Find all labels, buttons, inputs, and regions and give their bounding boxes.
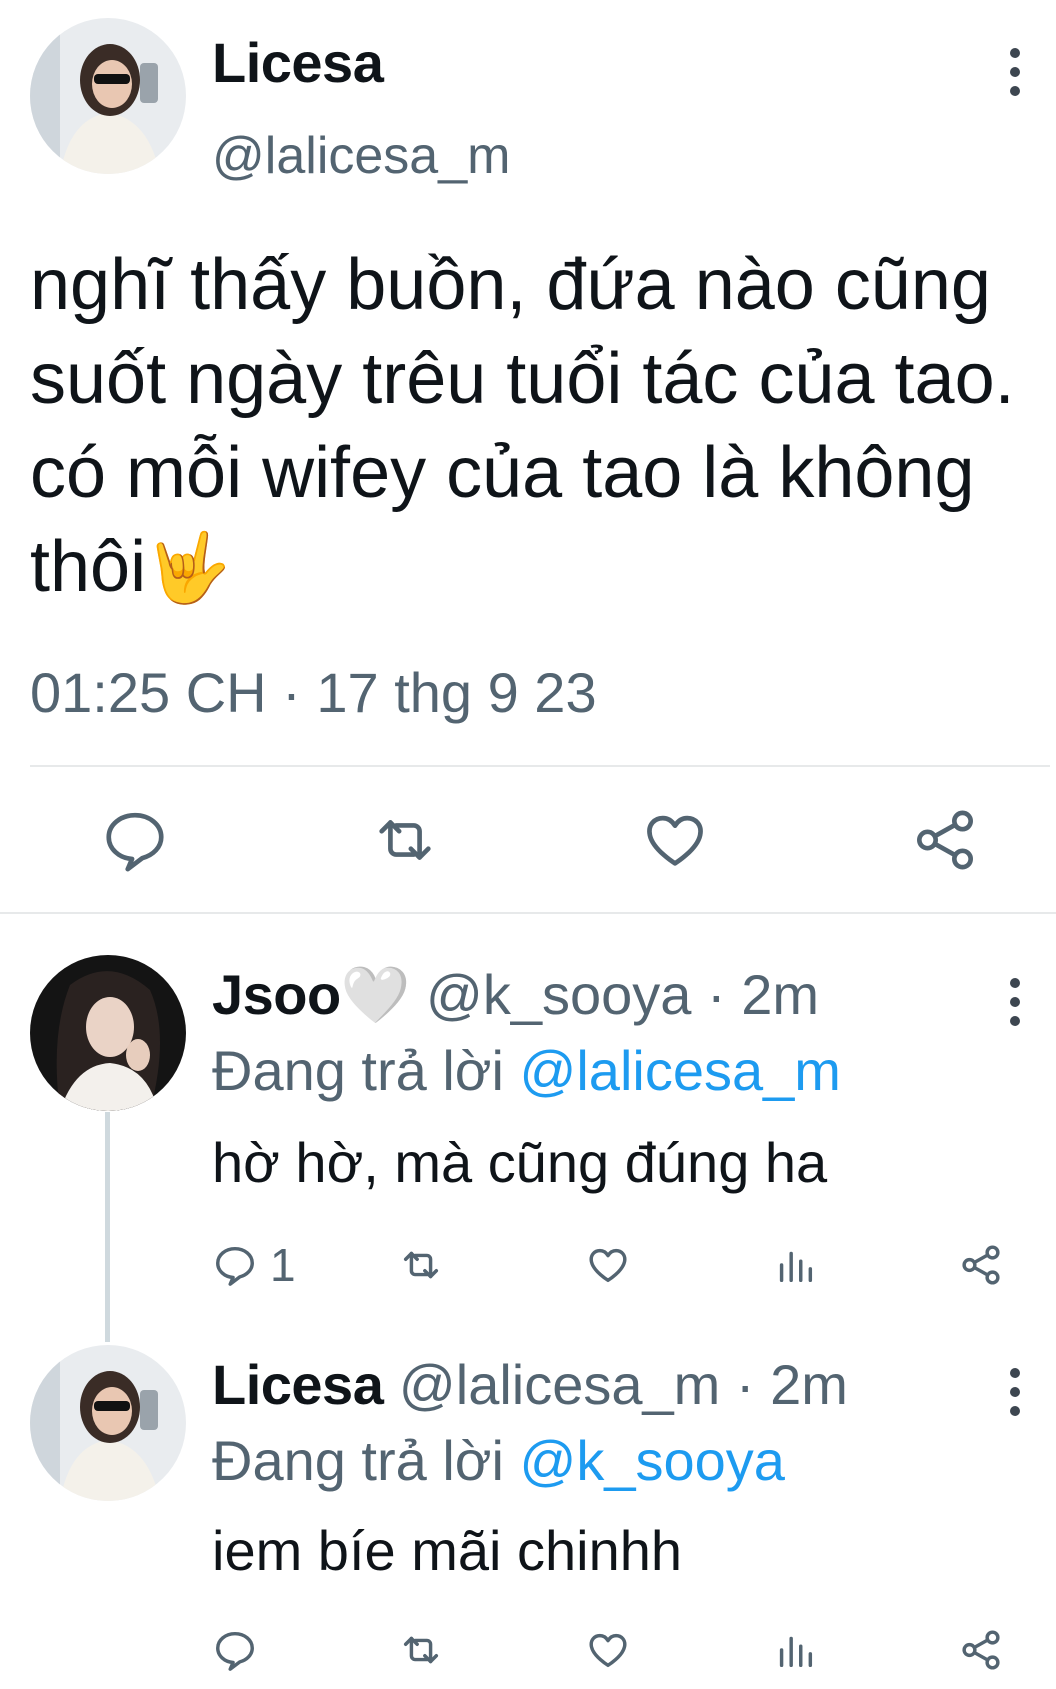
tweet-text: nghĩ thấy buồn, đứa nào cũng suốt ngày t…	[30, 238, 1040, 615]
retweet-icon[interactable]	[398, 1240, 444, 1290]
reply-button[interactable]: 1	[212, 1239, 296, 1291]
tweet-timestamp[interactable]: 01:25 CH · 17 thg 9 23	[30, 660, 597, 725]
replying-to: Đang trả lời @k_sooya	[212, 1428, 785, 1493]
avatar[interactable]	[30, 955, 186, 1111]
like-icon[interactable]	[640, 805, 710, 875]
user-handle-time[interactable]: @k_sooya · 2m	[426, 963, 819, 1026]
display-name[interactable]: Jsoo	[212, 963, 341, 1026]
heart-emoji: 🤍	[340, 963, 411, 1026]
reply-icon	[216, 1246, 254, 1286]
reply-count: 1	[270, 1239, 296, 1291]
display-name[interactable]: Licesa	[212, 1353, 384, 1416]
analytics-icon[interactable]	[772, 1240, 818, 1290]
mention-link[interactable]: @lalicesa_m	[520, 1039, 841, 1102]
share-icon[interactable]	[958, 1240, 1004, 1290]
more-options-icon[interactable]	[1003, 48, 1027, 108]
more-options-icon[interactable]	[1003, 1368, 1027, 1428]
user-handle[interactable]: @lalicesa_m	[212, 126, 510, 186]
reply-header: Licesa @lalicesa_m · 2m	[212, 1352, 848, 1417]
analytics-icon[interactable]	[772, 1625, 818, 1675]
share-icon[interactable]	[910, 805, 980, 875]
mention-link[interactable]: @k_sooya	[520, 1429, 785, 1492]
replying-to: Đang trả lời @lalicesa_m	[212, 1038, 841, 1103]
avatar[interactable]	[30, 1345, 186, 1501]
retweet-icon[interactable]	[370, 805, 440, 875]
like-icon[interactable]	[585, 1240, 631, 1290]
divider	[0, 912, 1056, 914]
reply-icon[interactable]	[212, 1625, 258, 1675]
divider	[30, 765, 1050, 767]
reply-icon[interactable]	[100, 805, 170, 875]
display-name[interactable]: Licesa	[212, 30, 384, 95]
replying-prefix: Đang trả lời	[212, 1039, 504, 1102]
emoji: 🤟	[146, 530, 231, 606]
share-icon[interactable]	[958, 1625, 1004, 1675]
thread-line	[105, 1112, 110, 1342]
user-handle-time[interactable]: @lalicesa_m · 2m	[399, 1353, 848, 1416]
reply-text: hờ hờ, mà cũng đúng ha	[212, 1131, 828, 1194]
reply-text: iem bíe mãi chinhh	[212, 1519, 683, 1582]
retweet-icon[interactable]	[398, 1625, 444, 1675]
more-options-icon[interactable]	[1003, 978, 1027, 1038]
like-icon[interactable]	[585, 1625, 631, 1675]
reply-header: Jsoo🤍 @k_sooya · 2m	[212, 962, 819, 1028]
avatar[interactable]	[30, 18, 186, 174]
replying-prefix: Đang trả lời	[212, 1429, 504, 1492]
